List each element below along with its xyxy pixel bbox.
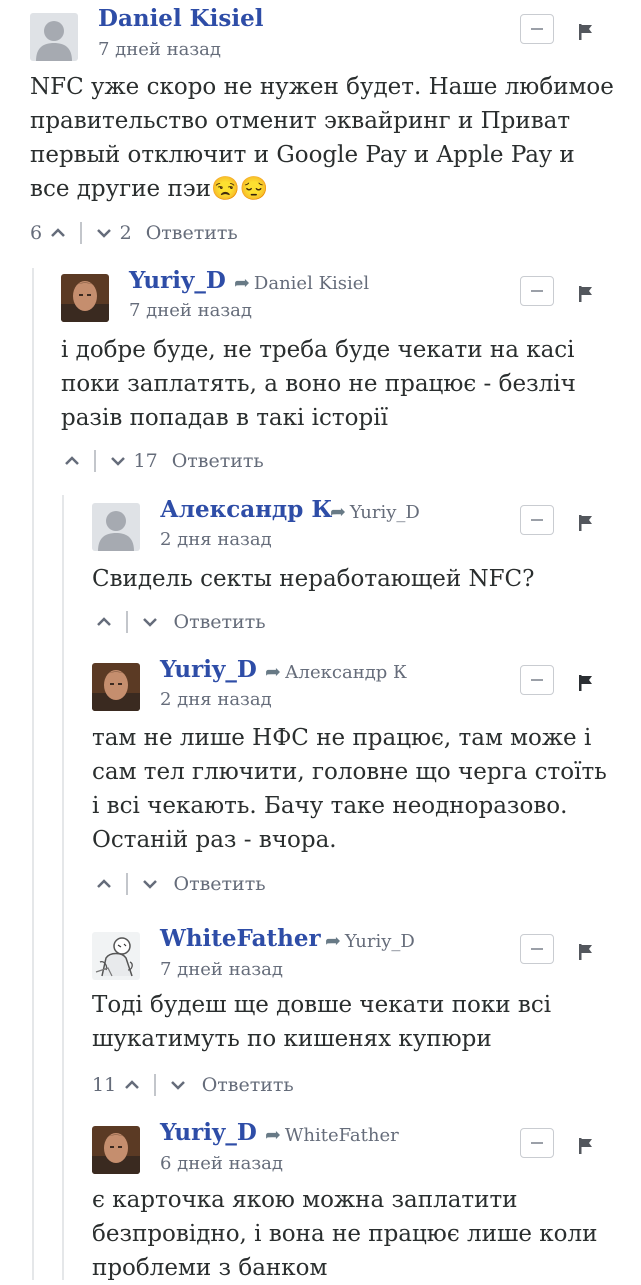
- reply-arrow-icon: ➦: [330, 501, 346, 523]
- photo-avatar-icon: [92, 663, 140, 711]
- comment-actions: 11 Ответить: [92, 1071, 294, 1099]
- downvote-icon[interactable]: [140, 874, 160, 894]
- collapse-button[interactable]: [520, 934, 554, 964]
- downvote-count: 17: [133, 450, 158, 472]
- flag-icon[interactable]: [576, 22, 596, 42]
- flag-icon[interactable]: [576, 284, 596, 304]
- author-name[interactable]: Yuriy_D: [160, 656, 257, 684]
- collapse-button[interactable]: [520, 665, 554, 695]
- avatar[interactable]: [92, 1126, 140, 1174]
- parent-link[interactable]: ➦ Yuriy_D: [330, 498, 420, 527]
- downvote-icon[interactable]: [140, 612, 160, 632]
- default-avatar-icon: [30, 13, 78, 61]
- avatar[interactable]: [92, 932, 140, 980]
- vote-divider: [80, 222, 82, 244]
- timestamp[interactable]: 7 дней назад: [129, 299, 252, 323]
- parent-link[interactable]: ➦ Yuriy_D: [325, 927, 415, 956]
- reply-button[interactable]: Ответить: [146, 219, 238, 247]
- timestamp[interactable]: 7 дней назад: [98, 38, 221, 62]
- parent-link[interactable]: ➦ Daniel Kisiel: [234, 269, 369, 298]
- vote-divider: [154, 1074, 156, 1096]
- collapse-button[interactable]: [520, 505, 554, 535]
- comment-actions: Ответить: [94, 870, 266, 898]
- comment-actions: 6 2 Ответить: [30, 219, 238, 247]
- flag-icon[interactable]: [576, 942, 596, 962]
- flag-icon[interactable]: [576, 1136, 596, 1156]
- avatar[interactable]: [92, 503, 140, 551]
- parent-author[interactable]: WhiteFather: [285, 1125, 399, 1146]
- downvote-icon[interactable]: [94, 223, 114, 243]
- vote-divider: [126, 611, 128, 633]
- comment-text: є карточка якою можна заплатити безпрові…: [92, 1187, 598, 1281]
- collapse-button[interactable]: [520, 1128, 554, 1158]
- timestamp[interactable]: 7 дней назад: [160, 958, 283, 982]
- parent-author[interactable]: Yuriy_D: [345, 931, 415, 952]
- photo-avatar-icon: [92, 1126, 140, 1174]
- collapse-button[interactable]: [520, 14, 554, 44]
- comment-actions: Ответить: [94, 608, 266, 636]
- upvote-icon[interactable]: [94, 874, 114, 894]
- comment-text: NFC уже скоро не нужен будет. Наше любим…: [30, 74, 614, 202]
- author-name[interactable]: Александр К: [160, 496, 332, 524]
- timestamp[interactable]: 6 дней назад: [160, 1152, 283, 1176]
- author-name[interactable]: Yuriy_D: [160, 1119, 257, 1147]
- downvote-icon[interactable]: [108, 451, 128, 471]
- author-name[interactable]: WhiteFather: [160, 925, 321, 953]
- reply-button[interactable]: Ответить: [202, 1071, 294, 1099]
- default-avatar-icon: [92, 503, 140, 551]
- thread-line: [32, 268, 34, 1280]
- avatar[interactable]: [92, 663, 140, 711]
- upvote-count: 11: [92, 1074, 117, 1096]
- reply-arrow-icon: ➦: [265, 661, 281, 683]
- avatar[interactable]: [30, 13, 78, 61]
- parent-link[interactable]: ➦ Александр К: [265, 658, 407, 687]
- avatar[interactable]: [61, 274, 109, 322]
- author-name[interactable]: Yuriy_D: [129, 267, 226, 295]
- collapse-button[interactable]: [520, 276, 554, 306]
- upvote-icon[interactable]: [122, 1075, 142, 1095]
- vote-divider: [94, 450, 96, 472]
- downvote-icon[interactable]: [168, 1075, 188, 1095]
- drawing-avatar-icon: [92, 932, 140, 980]
- parent-link[interactable]: ➦ WhiteFather: [265, 1121, 399, 1150]
- timestamp[interactable]: 2 дня назад: [160, 528, 272, 552]
- upvote-icon[interactable]: [48, 223, 68, 243]
- flag-icon[interactable]: [576, 513, 596, 533]
- reply-arrow-icon: ➦: [325, 930, 341, 952]
- comment-text: Свидель секты неработающей NFC?: [92, 566, 535, 592]
- comment-text: і добре буде, не треба буде чекати на ка…: [61, 337, 576, 431]
- parent-author[interactable]: Александр К: [285, 662, 407, 683]
- parent-author[interactable]: Daniel Kisiel: [254, 273, 369, 294]
- parent-author[interactable]: Yuriy_D: [350, 502, 420, 523]
- upvote-count: 6: [30, 222, 43, 244]
- timestamp[interactable]: 2 дня назад: [160, 688, 272, 712]
- comment-actions: 17 Ответить: [62, 447, 264, 475]
- photo-avatar-icon: [61, 274, 109, 322]
- reply-button[interactable]: Ответить: [172, 447, 264, 475]
- comment: Daniel Kisiel 7 дней назад NFC уже скоро…: [0, 0, 641, 260]
- upvote-icon[interactable]: [94, 612, 114, 632]
- reply-arrow-icon: ➦: [265, 1124, 281, 1146]
- thread-line: [62, 495, 64, 1280]
- reply-arrow-icon: ➦: [234, 272, 250, 294]
- vote-divider: [126, 873, 128, 895]
- downvote-count: 2: [119, 222, 132, 244]
- comment-text: там не лише НФС не працює, там може і са…: [92, 725, 607, 853]
- author-name[interactable]: Daniel Kisiel: [98, 5, 263, 33]
- flag-icon[interactable]: [576, 673, 596, 693]
- upvote-icon[interactable]: [62, 451, 82, 471]
- comment-text: Тоді будеш ще довше чекати поки всі шука…: [92, 992, 552, 1052]
- reply-button[interactable]: Ответить: [174, 870, 266, 898]
- reply-button[interactable]: Ответить: [174, 608, 266, 636]
